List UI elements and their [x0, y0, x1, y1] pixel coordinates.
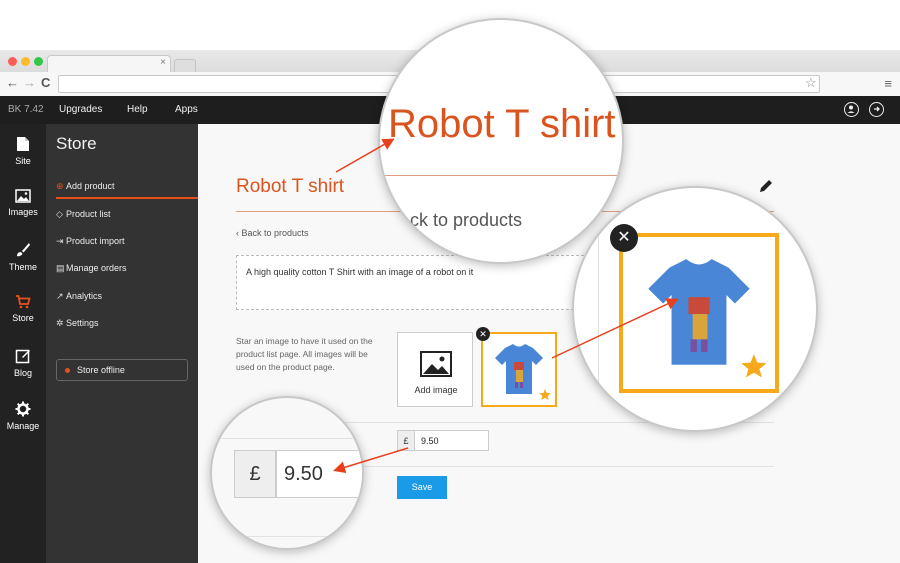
- add-image-button[interactable]: Add image: [397, 332, 473, 407]
- app-version: BK 7.42: [8, 104, 44, 115]
- store-offline-label: Store offline: [77, 365, 125, 375]
- store-sidebar: Store ⊕ Add product ◇ Product list ⇥ Produc…: [46, 124, 198, 563]
- zoom-remove-icon: ✕: [610, 224, 638, 252]
- orders-icon: ▤: [56, 263, 65, 273]
- rail-item-store[interactable]: Store: [0, 295, 46, 323]
- add-circle-icon: ⊕: [56, 181, 64, 191]
- edit-icon: [15, 349, 30, 364]
- back-arrow-icon[interactable]: ←: [6, 75, 19, 90]
- image-icon: [420, 351, 452, 377]
- tshirt-image: [495, 344, 551, 400]
- gear-icon: [15, 401, 31, 417]
- back-to-products-link[interactable]: ‹ Back to products: [236, 228, 309, 238]
- sidebar-item-product-list[interactable]: ◇ Product list: [56, 209, 111, 220]
- settings-gear-icon: ✲: [56, 318, 64, 328]
- zoom-divider: [212, 536, 362, 537]
- zoom-divider: [380, 175, 622, 176]
- rail-label: Store: [12, 313, 34, 323]
- sidebar-item-label: Product list: [66, 209, 111, 219]
- zoom-title-text: Robot T shirt: [388, 102, 616, 146]
- rail-item-theme[interactable]: Theme: [0, 242, 46, 272]
- add-image-label: Add image: [414, 385, 458, 395]
- zoom-title-callout: Robot T shirt ck to products: [378, 18, 624, 264]
- status-dot-icon: [65, 368, 70, 373]
- star-icon[interactable]: [539, 389, 551, 400]
- rail-label: Theme: [8, 262, 37, 272]
- zoom-thumbnail-frame: [619, 233, 779, 393]
- rail-item-manage[interactable]: Manage: [0, 401, 46, 431]
- chart-icon: ↗: [56, 291, 64, 301]
- sidebar-item-manage-orders[interactable]: ▤Manage orders: [56, 263, 127, 274]
- nav-apps[interactable]: Apps: [175, 104, 198, 115]
- sidebar-item-label: Settings: [66, 318, 99, 328]
- active-indicator: [56, 197, 198, 199]
- reload-icon[interactable]: C: [41, 75, 50, 90]
- zoom-price-callout: £ 9.50: [210, 396, 364, 550]
- sidebar-item-label: Product import: [66, 236, 125, 246]
- save-button[interactable]: Save: [397, 476, 447, 499]
- bookmark-star-icon[interactable]: ☆: [805, 75, 817, 91]
- rail-label: Manage: [6, 421, 40, 431]
- store-offline-toggle[interactable]: Store offline: [56, 359, 188, 381]
- rail-item-images[interactable]: Images: [0, 189, 46, 217]
- page-icon: [17, 137, 29, 151]
- sidebar-title: Store: [56, 134, 97, 153]
- user-account-icon[interactable]: [844, 102, 859, 117]
- sidebar-item-add-product[interactable]: ⊕ Add product: [56, 181, 115, 192]
- zoom-back-link-text: ck to products: [410, 210, 523, 230]
- sidebar-item-analytics[interactable]: ↗ Analytics: [56, 291, 102, 302]
- minimize-window-dot[interactable]: [21, 57, 30, 66]
- image-help-text: Star an image to have it used on the pro…: [236, 336, 373, 372]
- rail-item-site[interactable]: Site: [0, 136, 46, 166]
- forward-arrow-icon[interactable]: →: [23, 75, 36, 90]
- remove-image-icon[interactable]: ✕: [476, 327, 490, 341]
- rail-item-blog[interactable]: Blog: [0, 348, 46, 378]
- zoom-price-value: 9.50: [276, 450, 362, 498]
- nav-upgrades[interactable]: Upgrades: [59, 104, 102, 115]
- zoom-star-icon: [741, 354, 767, 378]
- nav-help[interactable]: Help: [127, 104, 148, 115]
- rail-label: Blog: [13, 368, 32, 378]
- brush-icon: [17, 243, 30, 257]
- sidebar-item-label: Add product: [66, 181, 115, 191]
- zoom-tshirt-image: [648, 259, 767, 378]
- pencil-icon[interactable]: [758, 178, 774, 194]
- image-icon: [15, 189, 31, 203]
- rail-label: Images: [8, 207, 38, 217]
- cart-icon: [16, 295, 31, 309]
- zoom-image-callout: ✕: [572, 186, 818, 432]
- import-icon: ⇥: [56, 236, 64, 246]
- zoom-divider: [598, 188, 599, 430]
- price-input[interactable]: 9.50: [414, 430, 489, 451]
- sidebar-item-settings[interactable]: ✲ Settings: [56, 318, 99, 329]
- logout-icon[interactable]: [869, 102, 884, 117]
- product-image-thumbnail[interactable]: [481, 332, 557, 407]
- page-title[interactable]: Robot T shirt: [236, 176, 344, 198]
- zoom-currency-prefix: £: [234, 450, 276, 498]
- rail-label: Site: [15, 156, 31, 166]
- sidebar-item-label: Analytics: [66, 291, 103, 301]
- close-window-dot[interactable]: [8, 57, 17, 66]
- new-tab-button[interactable]: [174, 59, 196, 72]
- sidebar-item-product-import[interactable]: ⇥ Product import: [56, 236, 125, 247]
- currency-prefix: £: [397, 430, 415, 451]
- tab-close-icon[interactable]: ×: [160, 57, 166, 68]
- icon-rail: Site Images Theme Store Blog Manage: [0, 124, 46, 563]
- zoom-divider: [212, 438, 362, 439]
- maximize-window-dot[interactable]: [34, 57, 43, 66]
- browser-menu-icon[interactable]: ≡: [884, 76, 892, 91]
- box-icon: ◇: [56, 209, 63, 219]
- sidebar-item-label: Manage orders: [66, 263, 127, 273]
- browser-tab[interactable]: ×: [47, 55, 171, 72]
